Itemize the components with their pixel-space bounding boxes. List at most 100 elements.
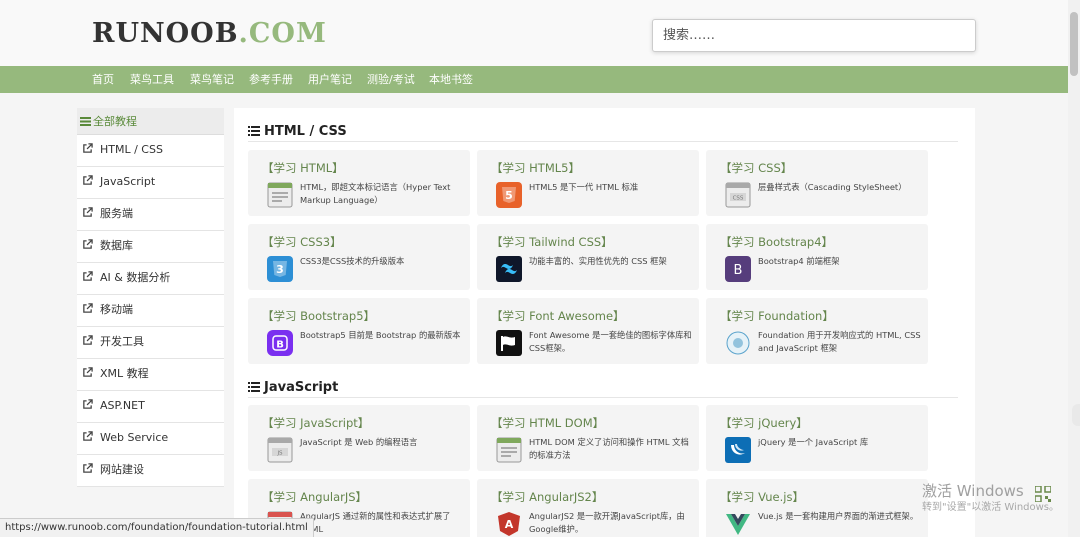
card-title: 【学习 Foundation】 bbox=[720, 309, 834, 323]
card-angularjs2[interactable]: 【学习 AngularJS2】 A AngularJS2 是一款开源JavaSc… bbox=[477, 479, 699, 537]
sidebar-item-server[interactable]: 服务端 bbox=[77, 199, 224, 231]
card-title: 【学习 Bootstrap5】 bbox=[262, 309, 376, 323]
svg-text:A: A bbox=[505, 518, 514, 531]
list-icon bbox=[248, 382, 260, 392]
card-description: Font Awesome 是一套绝佳的图标字体库和CSS框架。 bbox=[529, 330, 692, 353]
js-doc-icon: JS bbox=[267, 437, 293, 463]
page-scrollbar[interactable] bbox=[1068, 0, 1080, 537]
card-html-dom[interactable]: 【学习 HTML DOM】 HTML DOM 定义了访问和操作 HTML 文档的… bbox=[477, 405, 699, 471]
card-description: HTML DOM 定义了访问和操作 HTML 文档的标准方法 bbox=[529, 437, 689, 460]
sidebar-item-label: JavaScript bbox=[100, 175, 156, 188]
section-title-javascript: JavaScript bbox=[248, 380, 338, 395]
card-title: 【学习 Tailwind CSS】 bbox=[491, 235, 613, 249]
card-css3[interactable]: 【学习 CSS3】 3 CSS3是CSS技术的升级版本 bbox=[248, 224, 470, 290]
card-bootstrap4[interactable]: 【学习 Bootstrap4】 B Bootstrap4 前端框架 bbox=[706, 224, 928, 290]
sidebar-item-dev-tools[interactable]: 开发工具 bbox=[77, 327, 224, 359]
sidebar-item-label: 网站建设 bbox=[100, 463, 144, 476]
svg-text:5: 5 bbox=[505, 189, 513, 202]
sidebar-item-html-css[interactable]: HTML / CSS bbox=[77, 135, 224, 167]
card-tailwind[interactable]: 【学习 Tailwind CSS】 功能丰富的、实用性优先的 CSS 框架 bbox=[477, 224, 699, 290]
card-description: HTML，即超文本标记语言（Hyper Text Markup Language… bbox=[300, 182, 451, 205]
nav-tools[interactable]: 菜鸟工具 bbox=[130, 66, 174, 93]
external-link-icon bbox=[83, 399, 93, 409]
svg-text:3: 3 bbox=[276, 263, 284, 276]
sidebar-item-mobile[interactable]: 移动端 bbox=[77, 295, 224, 327]
logo-domain: .COM bbox=[238, 18, 327, 49]
sidebar-item-label: 开发工具 bbox=[100, 335, 144, 348]
dom-doc-icon bbox=[496, 437, 522, 463]
sidebar-item-ai-data[interactable]: AI & 数据分析 bbox=[77, 263, 224, 295]
sidebar-item-xml[interactable]: XML 教程 bbox=[77, 359, 224, 391]
card-title: 【学习 HTML5】 bbox=[491, 161, 580, 175]
svg-text:B: B bbox=[276, 340, 284, 351]
card-title: 【学习 Font Awesome】 bbox=[491, 309, 625, 323]
nav-reference[interactable]: 参考手册 bbox=[249, 66, 293, 93]
side-feedback-tab[interactable] bbox=[1072, 404, 1080, 426]
card-description: Foundation 用于开发响应式的 HTML, CSS and JavaSc… bbox=[758, 330, 921, 353]
main-nav: 首页 菜鸟工具 菜鸟笔记 参考手册 用户笔记 测验/考试 本地书签 bbox=[0, 66, 1068, 93]
section-title-label: JavaScript bbox=[264, 380, 339, 395]
sidebar-item-javascript[interactable]: JavaScript bbox=[77, 167, 224, 199]
external-link-icon bbox=[83, 271, 93, 281]
card-vuejs[interactable]: 【学习 Vue.js】 Vue.js 是一套构建用户界面的渐进式框架。 bbox=[706, 479, 928, 537]
card-description: 功能丰富的、实用性优先的 CSS 框架 bbox=[529, 256, 667, 266]
nav-quiz[interactable]: 测验/考试 bbox=[367, 66, 415, 93]
list-icon bbox=[248, 126, 260, 136]
angular2-icon: A bbox=[498, 512, 520, 536]
card-description: jQuery 是一个 JavaScript 库 bbox=[758, 437, 869, 447]
list-icon bbox=[80, 117, 91, 126]
bootstrap5-icon: B bbox=[267, 330, 293, 356]
sidebar-item-web-build[interactable]: 网站建设 bbox=[77, 455, 224, 487]
section-divider bbox=[248, 141, 958, 142]
card-html5[interactable]: 【学习 HTML5】 5 HTML5 是下一代 HTML 标准 bbox=[477, 150, 699, 216]
sidebar-item-aspnet[interactable]: ASP.NET bbox=[77, 391, 224, 423]
card-title: 【学习 Vue.js】 bbox=[720, 490, 804, 504]
card-title: 【学习 HTML DOM】 bbox=[491, 416, 605, 430]
card-description: HTML5 是下一代 HTML 标准 bbox=[529, 182, 639, 192]
main-content: HTML / CSS 【学习 HTML】 HTML，即超文本标记语言（Hyper… bbox=[234, 108, 975, 537]
external-link-icon bbox=[83, 463, 93, 473]
status-bar-url: https://www.runoob.com/foundation/founda… bbox=[0, 518, 314, 537]
sidebar-item-label: ASP.NET bbox=[100, 399, 145, 412]
card-html[interactable]: 【学习 HTML】 HTML，即超文本标记语言（Hyper Text Marku… bbox=[248, 150, 470, 216]
sidebar-item-label: 移动端 bbox=[100, 303, 133, 316]
search-input[interactable] bbox=[652, 19, 976, 52]
card-title: 【学习 Bootstrap4】 bbox=[720, 235, 834, 249]
external-link-icon bbox=[83, 335, 93, 345]
card-description: Vue.js 是一套构建用户界面的渐进式框架。 bbox=[758, 511, 919, 521]
tailwind-icon bbox=[496, 256, 522, 282]
card-css[interactable]: 【学习 CSS】 CSS 层叠样式表（Cascading StyleSheet） bbox=[706, 150, 928, 216]
site-header: RUNOOB.COM bbox=[0, 0, 1068, 66]
site-logo[interactable]: RUNOOB.COM bbox=[92, 18, 327, 49]
css3-icon: 3 bbox=[267, 256, 293, 282]
nav-notes[interactable]: 菜鸟笔记 bbox=[190, 66, 234, 93]
sidebar-item-label: 服务端 bbox=[100, 207, 133, 220]
card-description: Bootstrap4 前端框架 bbox=[758, 256, 840, 266]
card-jquery[interactable]: 【学习 jQuery】 jQuery 是一个 JavaScript 库 bbox=[706, 405, 928, 471]
css-doc-icon: CSS bbox=[725, 182, 751, 208]
html5-icon: 5 bbox=[496, 182, 522, 208]
sidebar-item-database[interactable]: 数据库 bbox=[77, 231, 224, 263]
nav-bookmarks[interactable]: 本地书签 bbox=[429, 66, 473, 93]
external-link-icon bbox=[83, 367, 93, 377]
sidebar-heading-label: 全部教程 bbox=[93, 115, 137, 128]
card-description: JavaScript 是 Web 的编程语言 bbox=[300, 437, 418, 447]
svg-text:JS: JS bbox=[276, 451, 283, 457]
sidebar-heading: 全部教程 bbox=[77, 108, 224, 135]
bootstrap4-icon: B bbox=[725, 256, 751, 282]
nav-home[interactable]: 首页 bbox=[92, 66, 114, 93]
svg-text:CSS: CSS bbox=[733, 196, 744, 202]
vue-icon bbox=[726, 514, 750, 535]
card-font-awesome[interactable]: 【学习 Font Awesome】 Font Awesome 是一套绝佳的图标字… bbox=[477, 298, 699, 364]
sidebar-item-web-service[interactable]: Web Service bbox=[77, 423, 224, 455]
card-javascript[interactable]: 【学习 JavaScript】 JS JavaScript 是 Web 的编程语… bbox=[248, 405, 470, 471]
card-title: 【学习 jQuery】 bbox=[720, 416, 808, 430]
card-description: AngularJS2 是一款开源JavaScript库，由Google维护。 bbox=[529, 511, 685, 534]
qr-code-icon[interactable] bbox=[1035, 486, 1051, 502]
scrollbar-thumb[interactable] bbox=[1070, 12, 1078, 76]
font-awesome-flag-icon bbox=[496, 330, 522, 356]
nav-user-notes[interactable]: 用户笔记 bbox=[308, 66, 352, 93]
card-bootstrap5[interactable]: 【学习 Bootstrap5】 B Bootstrap5 目前是 Bootstr… bbox=[248, 298, 470, 364]
card-description: 层叠样式表（Cascading StyleSheet） bbox=[758, 182, 907, 192]
card-foundation[interactable]: 【学习 Foundation】 Foundation 用于开发响应式的 HTML… bbox=[706, 298, 928, 364]
